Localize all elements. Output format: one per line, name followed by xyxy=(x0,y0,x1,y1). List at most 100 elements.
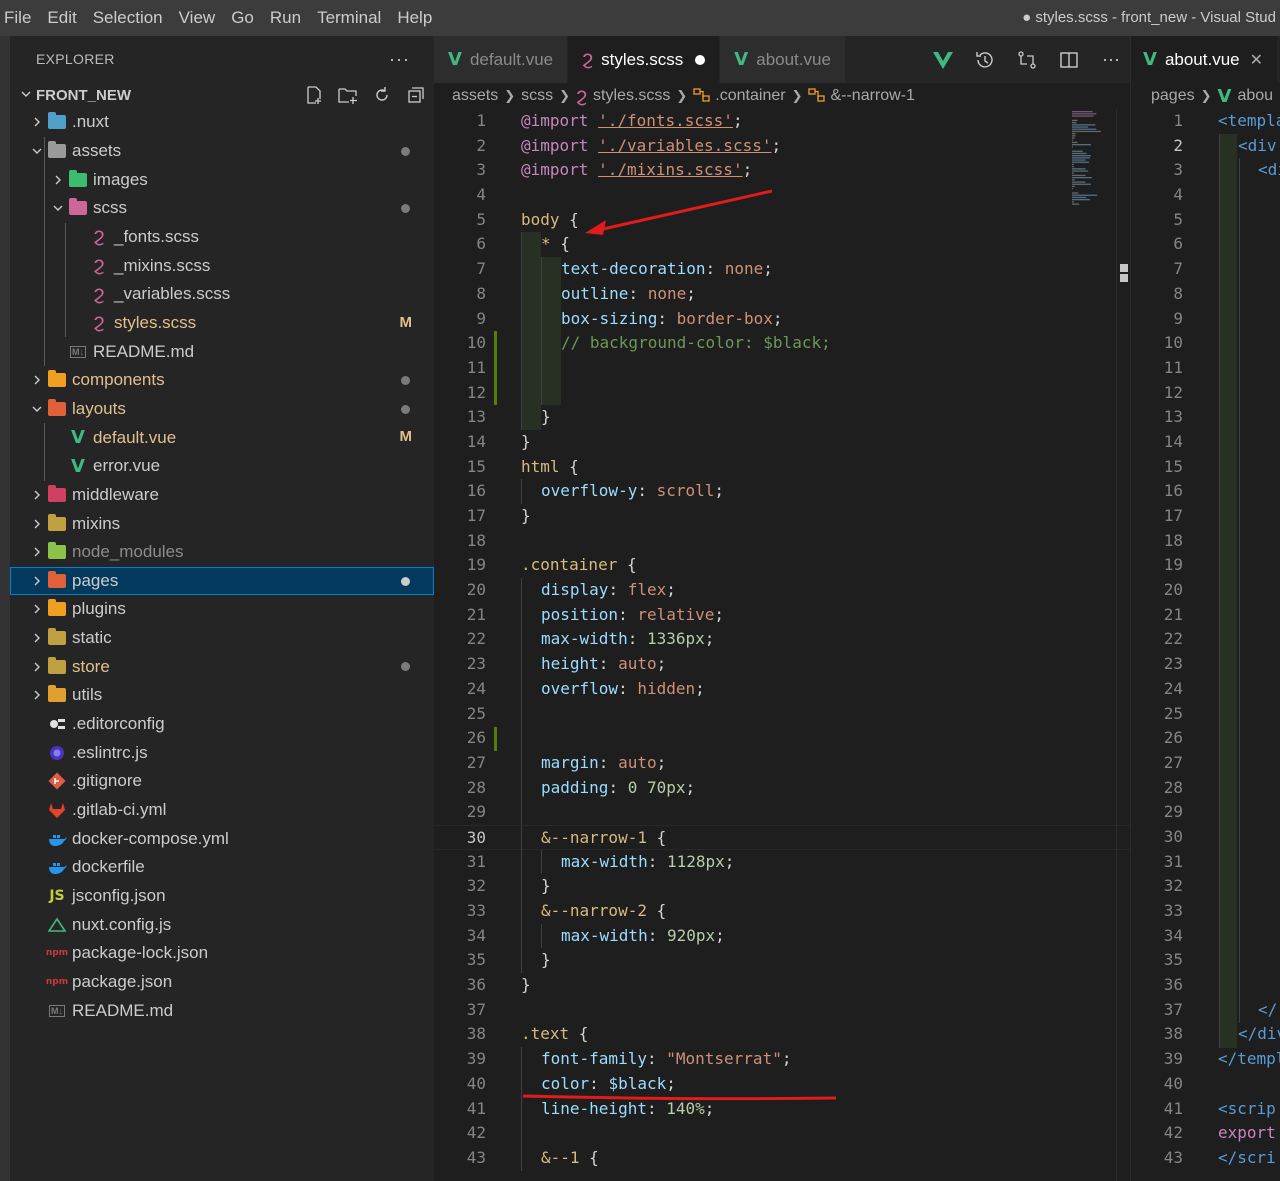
breadcrumb-item[interactable]: pages xyxy=(1151,87,1195,105)
menu-help[interactable]: Help xyxy=(389,0,440,36)
menu-bar: File Edit Selection View Go Run Terminal Help xyxy=(0,0,440,36)
file-default-vue[interactable]: Vdefault.vue M xyxy=(10,423,434,452)
line-text: height: auto; xyxy=(521,652,666,677)
line-number: 15 xyxy=(466,456,486,476)
line-text: </templ xyxy=(1218,1049,1280,1069)
file-gitlab-ci-yml[interactable]: .gitlab-ci.yml xyxy=(10,796,434,825)
line-text xyxy=(521,1121,541,1146)
file-dockerfile[interactable]: dockerfile xyxy=(10,853,434,882)
code-line: 16 overflow-y: scroll; xyxy=(434,479,1130,504)
tab-about-vue[interactable]: Vabout.vue xyxy=(720,36,846,83)
file-fonts-scss[interactable]: Ϩ _fonts.scss xyxy=(10,223,434,252)
code-line: 25 xyxy=(434,701,1130,727)
breadcrumb-item[interactable]: scss xyxy=(521,87,553,105)
open-changes-icon[interactable] xyxy=(1014,47,1040,73)
file-variables-scss[interactable]: Ϩ _variables.scss xyxy=(10,280,434,309)
file-readme-md[interactable]: M↓ README.md xyxy=(10,996,434,1025)
line-text: export xyxy=(1218,1123,1276,1143)
workspace-root[interactable]: FRONT_NEW xyxy=(10,82,434,108)
code-line: 10 // background-color: $black; xyxy=(434,331,1130,356)
menu-file[interactable]: File xyxy=(0,0,39,36)
file-readme-md[interactable]: M↓ README.md xyxy=(10,337,434,366)
line-number: 8 xyxy=(1173,283,1183,303)
code-editor[interactable]: 1 @import './fonts.scss'; 2 @import './vari… xyxy=(434,109,1130,1171)
folder-components[interactable]: components xyxy=(10,366,434,395)
line-text: html { xyxy=(521,455,579,480)
menu-go[interactable]: Go xyxy=(223,0,262,36)
line-text: padding: 0 70px; xyxy=(521,775,695,801)
tree-item-label: utils xyxy=(72,685,103,705)
code-line: 21 position: relative; xyxy=(434,602,1130,628)
file-error-vue[interactable]: Verror.vue xyxy=(10,452,434,481)
new-folder-icon[interactable] xyxy=(336,83,360,107)
folder-pages[interactable]: pages xyxy=(10,566,434,596)
menu-run[interactable]: Run xyxy=(262,0,309,36)
timeline-icon[interactable] xyxy=(972,47,998,73)
vue-preview-icon[interactable] xyxy=(930,47,956,73)
close-icon[interactable]: ✕ xyxy=(1250,50,1263,70)
tab-about-vue-side[interactable]: V about.vue ✕ xyxy=(1131,36,1279,83)
editor-actions: ··· xyxy=(930,36,1124,83)
line-number: 3 xyxy=(1173,160,1183,180)
file-editorconfig[interactable]: .editorconfig xyxy=(10,710,434,739)
indent-guide xyxy=(541,355,561,381)
menu-selection[interactable]: Selection xyxy=(85,0,171,36)
file-package-json[interactable]: npm package.json xyxy=(10,968,434,997)
code-token: overflow xyxy=(541,678,619,698)
more-editor-actions-icon[interactable]: ··· xyxy=(1098,47,1124,73)
folder-layouts[interactable]: layouts xyxy=(10,395,434,424)
folder-plugins[interactable]: plugins xyxy=(10,595,434,624)
file-gitignore[interactable]: .gitignore xyxy=(10,767,434,796)
breadcrumb-item[interactable]: assets xyxy=(452,87,498,105)
line-text xyxy=(521,701,541,727)
more-actions-icon[interactable]: ··· xyxy=(389,49,410,70)
folder-node-modules[interactable]: node_modules xyxy=(10,538,434,567)
collapse-all-icon[interactable] xyxy=(404,83,428,107)
code-token: html xyxy=(521,456,560,476)
new-file-icon[interactable] xyxy=(302,83,326,107)
file-nuxt-config-js[interactable]: nuxt.config.js xyxy=(10,910,434,939)
line-number: 14 xyxy=(466,431,486,451)
folder-images[interactable]: images xyxy=(10,165,434,194)
chevron-down-icon xyxy=(16,88,36,103)
unsaved-dot-icon[interactable] xyxy=(695,54,706,65)
window-title: ● styles.scss - front_new - Visual Stud xyxy=(1022,9,1276,26)
minimap[interactable] xyxy=(1070,109,1110,429)
file-styles-scss[interactable]: Ϩstyles.scss M xyxy=(10,309,434,338)
line-text: } xyxy=(521,948,551,974)
folder-store[interactable]: store xyxy=(10,652,434,681)
menu-terminal[interactable]: Terminal xyxy=(309,0,389,36)
folder-utils[interactable]: utils xyxy=(10,681,434,710)
menu-edit[interactable]: Edit xyxy=(39,0,84,36)
folder-nuxt[interactable]: .nuxt xyxy=(10,108,434,137)
folder-mixins[interactable]: mixins xyxy=(10,509,434,538)
menu-view[interactable]: View xyxy=(171,0,224,36)
file-docker-compose-yml[interactable]: docker-compose.yml xyxy=(10,824,434,853)
code-token: './mixins.scss' xyxy=(598,160,743,180)
folder-scss[interactable]: scss xyxy=(10,194,434,223)
git-added-marker xyxy=(494,726,497,752)
code-line: 37 xyxy=(434,998,1130,1023)
markdown-file-icon: M↓ xyxy=(49,1004,65,1017)
tab-styles-scss[interactable]: Ϩstyles.scss xyxy=(568,36,721,83)
file-eslintrc-js[interactable]: .eslintrc.js xyxy=(10,738,434,767)
file-mixins-scss[interactable]: Ϩ _mixins.scss xyxy=(10,251,434,280)
line-number: 43 xyxy=(1163,1147,1183,1167)
breadcrumb-item[interactable]: styles.scss xyxy=(593,87,670,105)
tab-default-vue[interactable]: Vdefault.vue xyxy=(434,36,569,83)
folder-middleware[interactable]: middleware xyxy=(10,481,434,510)
folder-assets[interactable]: assets xyxy=(10,137,434,166)
file-jsconfig-json[interactable]: JS jsconfig.json xyxy=(10,882,434,911)
breadcrumb-item[interactable]: abou xyxy=(1237,87,1273,105)
editor-scrollbar[interactable] xyxy=(1116,109,1130,1181)
code-editor-side[interactable]: 1 <templa 2 <div 3 <di 4 5 6 7 8 9 10 11 12 13 14 15 16 17 1… xyxy=(1131,109,1280,1171)
file-package-lock-json[interactable]: npm package-lock.json xyxy=(10,939,434,968)
breadcrumb-item[interactable]: .container xyxy=(715,87,785,105)
tree-item-label: README.md xyxy=(72,1000,174,1020)
activity-bar xyxy=(0,36,10,1181)
breadcrumb-item[interactable]: &--narrow-1 xyxy=(830,87,914,105)
minimap-line xyxy=(1072,161,1090,163)
split-editor-icon[interactable] xyxy=(1056,47,1082,73)
refresh-icon[interactable] xyxy=(370,83,394,107)
folder-static[interactable]: static xyxy=(10,624,434,653)
